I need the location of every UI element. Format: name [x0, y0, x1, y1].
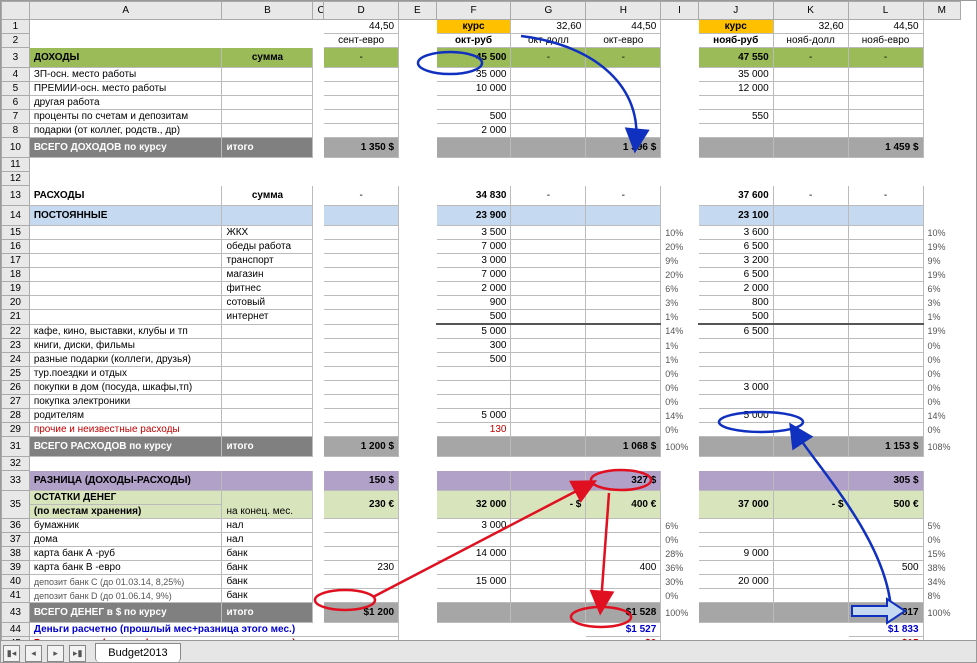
cell[interactable]: 44,50 — [848, 20, 923, 34]
row-2[interactable]: 2 — [2, 34, 30, 48]
cell[interactable]: окт-руб — [436, 34, 511, 48]
spreadsheet-grid[interactable]: ABCDEFGHIJKLM 144,50курс32,6044,50курс32… — [1, 1, 961, 651]
income-total[interactable]: ВСЕГО ДОХОДОВ по курсу — [29, 138, 222, 158]
balance-header[interactable]: ОСТАТКИ ДЕНЕГ — [29, 491, 222, 505]
sheet-tab-bar: ▮◂ ◂ ▸ ▸▮ Budget2013 — [1, 640, 976, 662]
cell[interactable]: 32,60 — [511, 20, 586, 34]
row-1[interactable]: 1 — [2, 20, 30, 34]
expense-total[interactable]: ВСЕГО РАСХОДОВ по курсу — [29, 437, 222, 457]
tab-scroll-next[interactable]: ▸ — [47, 645, 64, 662]
sheet-tab-active[interactable]: Budget2013 — [95, 643, 180, 662]
cell[interactable]: 32,60 — [773, 20, 848, 34]
tab-scroll-first[interactable]: ▮◂ — [3, 645, 20, 662]
cell[interactable]: сент-евро — [324, 34, 399, 48]
tab-scroll-prev[interactable]: ◂ — [25, 645, 42, 662]
cell[interactable]: окт-евро — [586, 34, 661, 48]
cell[interactable]: нояб-долл — [773, 34, 848, 48]
expense-header[interactable]: РАСХОДЫ — [29, 186, 222, 206]
cell[interactable]: окт-долл — [511, 34, 586, 48]
cell[interactable]: курс — [698, 20, 773, 34]
income-header[interactable]: ДОХОДЫ — [29, 48, 222, 68]
cell[interactable]: курс — [436, 20, 511, 34]
cell[interactable]: 44,50 — [324, 20, 399, 34]
cell[interactable]: нояб-евро — [848, 34, 923, 48]
calc-money-row[interactable]: Деньги расчетно (прошлый мес+разница это… — [29, 623, 398, 637]
cell[interactable]: 44,50 — [586, 20, 661, 34]
money-total[interactable]: ВСЕГО ДЕНЕГ в $ по курсу — [29, 603, 222, 623]
tab-scroll-last[interactable]: ▸▮ — [69, 645, 86, 662]
difference-row[interactable]: РАЗНИЦА (ДОХОДЫ-РАСХОДЫ) — [29, 471, 222, 491]
col-headers: ABCDEFGHIJKLM — [2, 2, 961, 20]
cell[interactable]: нояб-руб — [698, 34, 773, 48]
